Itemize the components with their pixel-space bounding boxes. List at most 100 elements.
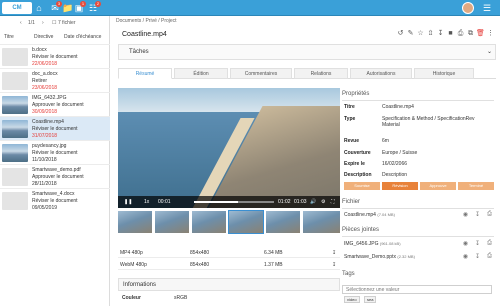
avatar[interactable] bbox=[462, 2, 474, 14]
speed-button[interactable]: 1x bbox=[144, 196, 149, 208]
file-thumbnail bbox=[2, 120, 28, 138]
file-name[interactable]: Coastline.mp4 bbox=[344, 212, 376, 218]
time-current: 00:01 bbox=[158, 199, 171, 205]
file-count: 7 fichier bbox=[58, 20, 76, 26]
format-row: WebM 480p 854x480 1.37 MB ↧ bbox=[118, 260, 340, 270]
tab-edition[interactable]: Édition bbox=[174, 68, 228, 79]
prop-label: Revue bbox=[344, 138, 360, 144]
list-item[interactable]: doc_a.docx Retirer 23/06/2018 bbox=[0, 68, 110, 92]
folder-icon[interactable]: 📁 bbox=[62, 3, 73, 13]
video-player[interactable]: ❚❚ 1x 00:01 01:02 01:03 🔊 ⚙ ⛶ bbox=[118, 88, 340, 208]
attachment-name[interactable]: IMG_6456.JPG bbox=[344, 241, 378, 247]
tab-autorisations[interactable]: Autorisations bbox=[350, 68, 412, 79]
tasks-section[interactable]: Tâches ⌄ bbox=[118, 44, 496, 60]
prop-label: Type bbox=[344, 116, 356, 122]
format-size: 6.34 MB bbox=[264, 250, 283, 256]
item-name: doc_a.docx bbox=[32, 71, 58, 77]
tab-relations[interactable]: Relations bbox=[294, 68, 348, 79]
settings-icon[interactable]: ⚙ bbox=[321, 196, 325, 208]
share-icon[interactable]: ⇫ bbox=[426, 29, 435, 38]
print-icon[interactable]: ⎙ bbox=[486, 253, 493, 260]
print-icon[interactable]: ⎙ bbox=[456, 29, 465, 38]
format-size: 1.37 MB bbox=[264, 262, 283, 268]
app-logo[interactable]: CM bbox=[2, 2, 32, 14]
tab-resume[interactable]: Résumé bbox=[118, 68, 172, 79]
edit-icon[interactable]: ✎ bbox=[406, 29, 415, 38]
list-item[interactable]: Smartwave_4.docx Réviser le document 09/05… bbox=[0, 188, 110, 212]
frame-thumb[interactable] bbox=[266, 211, 300, 233]
tab-commentaires[interactable]: Commentaires bbox=[230, 68, 292, 79]
delete-icon[interactable]: 🗑 bbox=[476, 29, 485, 38]
file-thumbnail bbox=[2, 72, 28, 90]
item-name: Coastline.mp4 bbox=[32, 119, 64, 125]
list-icon[interactable]: ☰ bbox=[482, 3, 492, 13]
list-item[interactable]: b.docx Réviser le document 22/06/2018 bbox=[0, 44, 110, 68]
tag-chip[interactable]: sea bbox=[364, 296, 377, 303]
frame-thumb[interactable] bbox=[192, 211, 226, 233]
lock-icon[interactable]: ■ bbox=[446, 29, 455, 38]
col-titre[interactable]: Titre bbox=[4, 34, 14, 40]
list-item[interactable]: Coastline.mp4 Réviser le document 31/07/20… bbox=[0, 116, 110, 140]
prop-label: Titre bbox=[344, 104, 355, 110]
eye-icon[interactable]: ◉ bbox=[462, 211, 469, 218]
step-soumise[interactable]: Soumise bbox=[344, 182, 380, 190]
frame-thumb[interactable] bbox=[303, 211, 340, 233]
step-revision[interactable]: Révision bbox=[382, 182, 418, 190]
col-directive[interactable]: Directive bbox=[34, 34, 53, 40]
col-due-date[interactable]: Date d'échéance bbox=[64, 34, 101, 40]
video-progress[interactable] bbox=[194, 201, 274, 203]
workflow-steps: Soumise Révision Approuve Terminé bbox=[344, 182, 494, 190]
volume-icon[interactable]: 🔊 bbox=[310, 196, 316, 208]
informations-title: Informations bbox=[123, 282, 157, 288]
history-icon[interactable]: ↺ bbox=[396, 29, 405, 38]
list-item[interactable]: puydesancy.jpg Réviser le document 11/10/2… bbox=[0, 140, 110, 164]
file-row: Coastline.mp4 (7.04 MB) bbox=[344, 212, 395, 218]
prop-label: Expire le bbox=[344, 161, 365, 167]
next-page-icon[interactable]: › bbox=[42, 20, 44, 26]
step-approuve[interactable]: Approuve bbox=[420, 182, 456, 190]
download-icon[interactable]: ↧ bbox=[474, 211, 481, 218]
attachment-name[interactable]: Smartwave_Demo.pptx bbox=[344, 254, 396, 260]
attachment-size: (2.32 MB) bbox=[397, 254, 415, 259]
item-name: b.docx bbox=[32, 47, 47, 53]
star-icon[interactable]: ☆ bbox=[416, 29, 425, 38]
frame-thumb[interactable] bbox=[228, 210, 264, 234]
format-row: MP4 480p 854x480 6.34 MB ↧ bbox=[118, 248, 340, 258]
tag-chip[interactable]: video bbox=[344, 296, 360, 303]
format-name: WebM 480p bbox=[120, 262, 147, 268]
frame-thumb[interactable] bbox=[118, 211, 152, 233]
tab-historique[interactable]: Historique bbox=[414, 68, 474, 79]
download-icon[interactable]: ↧ bbox=[474, 240, 481, 247]
copy-icon[interactable]: ⧉ bbox=[466, 29, 475, 38]
download-icon[interactable]: ↧ bbox=[332, 260, 336, 270]
step-termine[interactable]: Terminé bbox=[458, 182, 494, 190]
more-icon[interactable]: ⋮ bbox=[486, 29, 495, 38]
fullscreen-icon[interactable]: ⛶ bbox=[331, 196, 335, 208]
checkbox-icon[interactable]: ☐ bbox=[52, 20, 56, 26]
download-icon[interactable]: ↧ bbox=[332, 248, 336, 258]
list-item[interactable]: IMG_6432.JPG Approuver le document 30/09/2… bbox=[0, 92, 110, 116]
video-controls: ❚❚ 1x 00:01 01:02 01:03 🔊 ⚙ ⛶ bbox=[118, 196, 340, 208]
eye-icon[interactable]: ◉ bbox=[462, 253, 469, 260]
download-icon[interactable]: ↧ bbox=[474, 253, 481, 260]
attachment-row: IMG_6456.JPG (961.08 kB) bbox=[344, 241, 401, 247]
print-icon[interactable]: ⎙ bbox=[486, 211, 493, 218]
chevron-down-icon[interactable]: ⌄ bbox=[487, 48, 492, 55]
home-icon[interactable]: ⌂ bbox=[34, 3, 44, 13]
breadcrumb[interactable]: Documents / Privé / Project bbox=[116, 18, 177, 24]
tags-select[interactable]: Sélectionnez une valeur bbox=[342, 285, 492, 294]
prop-value: Europe / Suisse bbox=[382, 150, 418, 156]
frame-thumb[interactable] bbox=[155, 211, 189, 233]
item-task: Retirer bbox=[32, 78, 48, 84]
prev-page-icon[interactable]: ‹ bbox=[20, 20, 22, 26]
page-indicator: 1/1 bbox=[28, 20, 35, 26]
format-res: 854x480 bbox=[190, 262, 210, 268]
prop-label: Description bbox=[344, 172, 372, 178]
pause-icon[interactable]: ❚❚ bbox=[124, 196, 132, 208]
list-item[interactable]: Smartwave_demo.pdf Approuver le document 2… bbox=[0, 164, 110, 188]
print-icon[interactable]: ⎙ bbox=[486, 240, 493, 247]
informations-header[interactable]: Informations bbox=[118, 278, 340, 291]
download-icon[interactable]: ↧ bbox=[436, 29, 445, 38]
item-task: Réviser le document bbox=[32, 54, 78, 60]
eye-icon[interactable]: ◉ bbox=[462, 240, 469, 247]
